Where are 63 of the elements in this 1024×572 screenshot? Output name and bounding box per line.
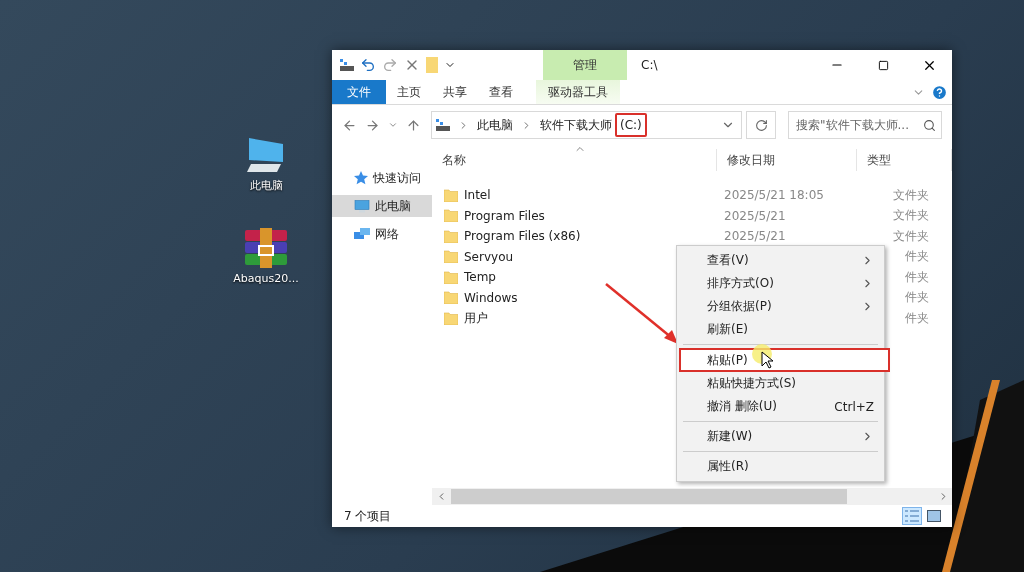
- context-tab-group: 管理: [543, 50, 627, 80]
- column-header[interactable]: 名称: [432, 149, 717, 171]
- refresh-icon[interactable]: [754, 118, 768, 132]
- nav-item[interactable]: 此电脑: [332, 195, 432, 217]
- file-type: 文件夹: [892, 227, 929, 245]
- computer-icon: [354, 199, 370, 213]
- file-type: 件夹: [904, 248, 929, 266]
- ribbon-tab[interactable]: 查看: [478, 80, 524, 104]
- file-name[interactable]: Program Files (x86): [432, 229, 717, 244]
- network-icon: [354, 227, 370, 241]
- menu-item[interactable]: 排序方式(O): [679, 272, 882, 295]
- maximize-icon[interactable]: [877, 59, 889, 71]
- file-type: 件夹: [904, 268, 929, 286]
- help-icon[interactable]: [931, 83, 948, 101]
- menu-item[interactable]: 粘贴(P): [679, 348, 890, 372]
- ribbon-tab[interactable]: 文件: [332, 80, 386, 104]
- drive-icon: [436, 119, 450, 131]
- nav-item[interactable]: 快速访问: [332, 167, 432, 189]
- desktop-icon-label[interactable]: 此电脑: [249, 178, 283, 193]
- search-field[interactable]: 搜索"软件下载大师...: [788, 111, 942, 139]
- menu-item[interactable]: 查看(V): [679, 249, 882, 272]
- folder-icon: [444, 188, 458, 202]
- ribbon-tab[interactable]: 共享: [432, 80, 478, 104]
- file-type: 件夹: [904, 309, 929, 327]
- archive-icon: [243, 228, 289, 268]
- modified-date: 2025/5/21 18:05: [723, 188, 825, 203]
- folder-icon: [444, 209, 458, 223]
- drive-icon[interactable]: [340, 59, 354, 71]
- modified-date: 2025/5/21: [723, 229, 787, 244]
- menu-item[interactable]: 撤消 删除(U) Ctrl+Z: [679, 395, 882, 418]
- folder-icon: [444, 311, 458, 325]
- undo-icon[interactable]: [360, 57, 376, 73]
- menu-item[interactable]: 刷新(E): [679, 318, 882, 341]
- column-header[interactable]: 类型: [857, 149, 952, 171]
- folder-icon: [444, 270, 458, 284]
- file-type: 件夹: [904, 289, 929, 307]
- file-type: 文件夹: [892, 207, 929, 225]
- folder-icon: [444, 250, 458, 264]
- window-title: C:\: [640, 58, 659, 72]
- menu-item[interactable]: 分组依据(P): [679, 295, 882, 318]
- file-type: 文件夹: [892, 186, 929, 204]
- refresh-button[interactable]: [746, 111, 776, 139]
- modified-date: 2025/5/21: [723, 208, 787, 223]
- search-icon[interactable]: [923, 118, 936, 132]
- ribbon-tab[interactable]: 主页: [386, 80, 432, 104]
- menu-item[interactable]: 新建(W): [679, 425, 882, 448]
- column-header[interactable]: 修改日期: [717, 149, 857, 171]
- menu-item[interactable]: 属性(R): [679, 455, 882, 478]
- file-name[interactable]: Intel: [432, 188, 717, 203]
- folder-icon: [444, 291, 458, 305]
- address-bar[interactable]: 此电脑 软件下载大师 (C:): [431, 111, 742, 139]
- file-name[interactable]: Program Files: [432, 208, 717, 223]
- folder-icon: [444, 229, 458, 243]
- breadcrumb[interactable]: 此电脑: [477, 116, 513, 134]
- breadcrumb[interactable]: 软件下载大师 (C:): [540, 113, 647, 137]
- item-count: 7 个项目: [344, 507, 392, 525]
- redo-icon[interactable]: [382, 57, 398, 73]
- nav-item[interactable]: 网络: [332, 223, 432, 245]
- horizontal-scrollbar[interactable]: [432, 488, 952, 505]
- star-icon: [354, 171, 368, 185]
- ribbon-tab[interactable]: 驱动器工具: [536, 80, 620, 104]
- desktop-icon-label[interactable]: Abaqus20...: [233, 272, 299, 285]
- menu-item[interactable]: 粘贴快捷方式(S): [679, 372, 882, 395]
